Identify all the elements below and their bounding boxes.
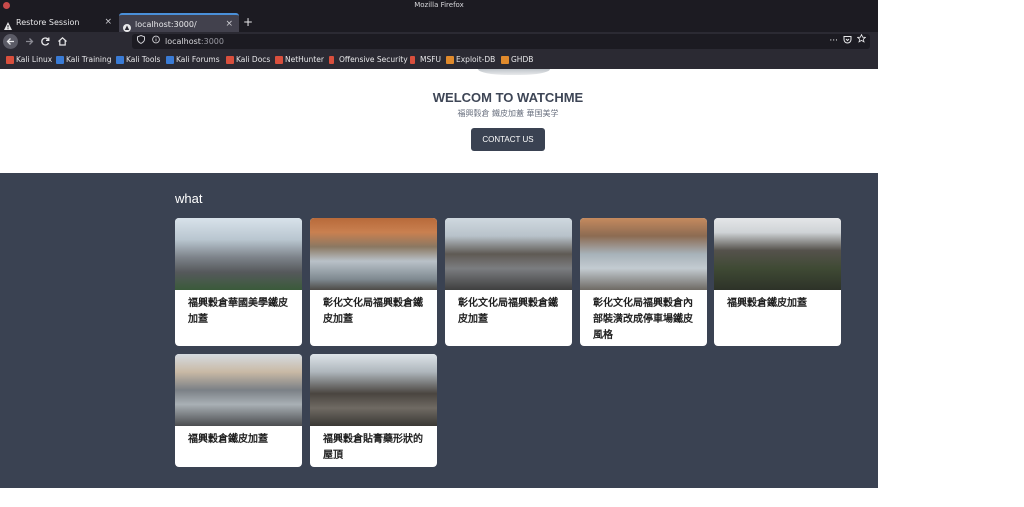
bookmark-kali-linux[interactable]: Kali Linux (6, 51, 52, 69)
web-page: WELCOM TO WATCHME 福興穀倉 鐵皮加蓋 華国美学 CONTACT… (0, 69, 878, 507)
bookmark-kali-training[interactable]: Kali Training (56, 51, 112, 69)
card-title: 福興穀倉華國美學鐵皮加蓋 (188, 298, 288, 325)
gallery-card[interactable]: 福興穀倉鐵皮加蓋 (175, 354, 302, 467)
gallery-card[interactable]: 彰化文化局福興穀倉內部裝潢改成停車場鐵皮風格 (580, 218, 707, 346)
kali-icon (6, 56, 14, 64)
bookmark-label: Kali Docs (236, 55, 271, 64)
bookmark-star-icon[interactable] (856, 33, 867, 49)
reload-icon (41, 37, 50, 46)
site-favicon-icon (123, 20, 131, 32)
shield-icon[interactable] (137, 34, 145, 46)
bookmark-label: Kali Tools (126, 55, 161, 64)
navigation-toolbar: localhost:3000 ··· (0, 32, 878, 51)
bookmark-label: Kali Training (66, 55, 112, 64)
card-title: 福興穀倉鐵皮加蓋 (188, 434, 268, 445)
gallery-card[interactable]: 福興穀倉鐵皮加蓋 (714, 218, 841, 346)
arrow-left-icon (6, 38, 14, 45)
contact-us-button[interactable]: CONTACT US (471, 128, 545, 151)
kali-icon (166, 56, 174, 64)
offsec-icon (410, 56, 415, 64)
site-info-icon[interactable] (152, 35, 160, 46)
kali-icon (116, 56, 124, 64)
bookmark-label: NetHunter (285, 55, 324, 64)
gallery-card[interactable]: 彰化文化局福興穀倉鐵皮加蓋 (310, 218, 437, 346)
bookmark-label: Exploit-DB (456, 55, 496, 64)
bookmark-label: Offensive Security (339, 55, 408, 64)
kali-icon (275, 56, 283, 64)
bookmark-kali-docs[interactable]: Kali Docs (226, 51, 270, 69)
tab-localhost[interactable]: localhost:3000/ × (119, 13, 239, 32)
tab-strip: Restore Session × localhost:3000/ × + (0, 11, 878, 32)
docs-icon (226, 56, 234, 64)
card-image (175, 218, 302, 290)
tab-label: Restore Session (16, 18, 80, 27)
card-image (714, 218, 841, 290)
close-tab-icon[interactable]: × (104, 13, 112, 32)
card-title: 福興穀倉貼膏藥形狀的屋頂 (323, 434, 423, 461)
address-bar[interactable]: localhost:3000 ··· (132, 33, 870, 49)
section-title: what (175, 191, 203, 206)
card-image (445, 218, 572, 290)
browser-window: Mozilla Firefox Restore Session × localh… (0, 0, 878, 507)
desktop-background (878, 0, 1024, 507)
card-title: 彰化文化局福興穀倉鐵皮加蓋 (323, 298, 423, 325)
page-actions-button[interactable]: ··· (829, 34, 838, 49)
card-image (580, 218, 707, 290)
tab-label: localhost:3000/ (135, 20, 197, 29)
home-icon (58, 36, 67, 46)
card-title: 彰化文化局福興穀倉鐵皮加蓋 (458, 298, 558, 325)
offsec-icon (329, 56, 334, 64)
window-titlebar: Mozilla Firefox (0, 0, 878, 11)
forward-button[interactable] (22, 34, 37, 49)
new-tab-button[interactable]: + (243, 14, 253, 30)
hero-image-edge (478, 69, 550, 75)
exploit-db-icon (446, 56, 454, 64)
gallery-card[interactable]: 福興穀倉貼膏藥形狀的屋頂 (310, 354, 437, 467)
pocket-icon[interactable] (843, 34, 852, 49)
url-text[interactable]: localhost:3000 (165, 34, 224, 49)
bookmark-exploit-db[interactable]: Exploit-DB (446, 51, 495, 69)
tab-restore-session[interactable]: Restore Session × (0, 13, 118, 32)
gallery-card[interactable]: 彰化文化局福興穀倉鐵皮加蓋 (445, 218, 572, 346)
gallery-card[interactable]: 福興穀倉華國美學鐵皮加蓋 (175, 218, 302, 346)
url-host: localhost (165, 37, 201, 46)
bookmark-nethunter[interactable]: NetHunter (275, 51, 324, 69)
home-button[interactable] (55, 34, 70, 49)
bookmark-kali-forums[interactable]: Kali Forums (166, 51, 220, 69)
back-button[interactable] (3, 34, 18, 49)
bookmark-kali-tools[interactable]: Kali Tools (116, 51, 160, 69)
bookmark-label: Kali Forums (176, 55, 220, 64)
bookmark-label: MSFU (420, 55, 442, 64)
bookmark-offensive-security[interactable]: Offensive Security (329, 51, 408, 69)
card-title: 彰化文化局福興穀倉內部裝潢改成停車場鐵皮風格 (593, 298, 693, 341)
card-title: 福興穀倉鐵皮加蓋 (727, 298, 807, 309)
card-image (310, 218, 437, 290)
bookmark-msfu[interactable]: MSFU (410, 51, 441, 69)
page-subtitle: 福興穀倉 鐵皮加蓋 華国美学 (457, 109, 559, 118)
arrow-right-icon (26, 38, 34, 45)
exploit-db-icon (501, 56, 509, 64)
bookmarks-toolbar: Kali Linux Kali Training Kali Tools Kali… (0, 51, 878, 69)
bookmark-ghdb[interactable]: GHDB (501, 51, 533, 69)
gallery-section: what 福興穀倉華國美學鐵皮加蓋 彰化文化局福興穀倉鐵皮加蓋 彰化文化局福興穀… (0, 173, 878, 488)
reload-button[interactable] (38, 34, 53, 49)
page-title: WELCOM TO WATCHME (432, 90, 584, 105)
card-image (310, 354, 437, 426)
kali-icon (56, 56, 64, 64)
bookmark-label: GHDB (511, 55, 534, 64)
url-port: :3000 (200, 37, 224, 46)
warning-icon (4, 18, 12, 30)
app-icon (3, 2, 10, 9)
card-image (175, 354, 302, 426)
window-title: Mozilla Firefox (414, 1, 464, 9)
bookmark-label: Kali Linux (16, 55, 53, 64)
